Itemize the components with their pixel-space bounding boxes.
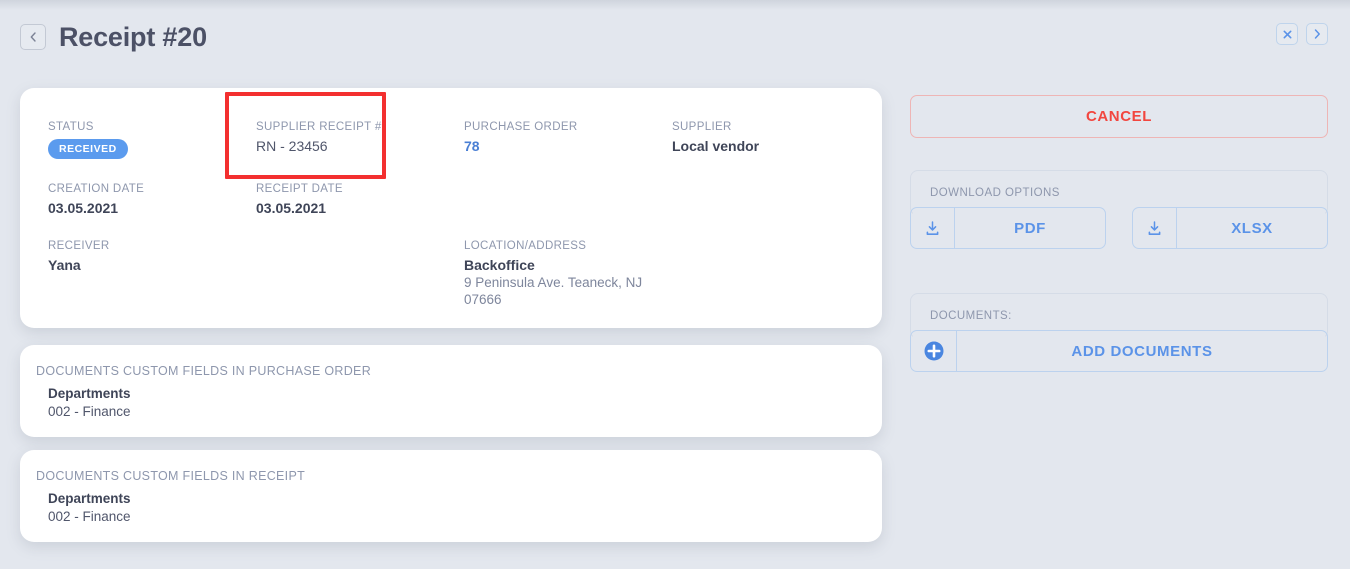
location-address-line-1: 9 Peninsula Ave. Teaneck, NJ [464,275,643,290]
creation-date-value: 03.05.2021 [48,200,119,216]
custom-field-value: 002 - Finance [48,509,131,524]
receipt-date-label: RECEIPT DATE [256,183,343,195]
creation-date-label: CREATION DATE [48,183,145,195]
header-right-group [1276,23,1328,45]
next-button[interactable] [1306,23,1328,45]
close-icon [1282,29,1293,40]
purchase-order-link[interactable]: 78 [464,137,578,155]
header-left-group: Receipt #20 [20,22,207,52]
cancel-button[interactable]: CANCEL [910,95,1328,138]
close-button[interactable] [1276,23,1298,45]
download-xlsx-label: XLSX [1231,219,1273,237]
receipt-date-field: RECEIPT DATE 03.05.2021 [256,182,343,217]
back-button[interactable] [20,24,46,50]
purchase-order-label: PURCHASE ORDER [464,121,578,133]
location-address-label: LOCATION/ADDRESS [464,240,587,252]
location-address-field: LOCATION/ADDRESS Backoffice 9 Peninsula … [464,239,642,308]
chevron-right-icon [1312,28,1322,40]
receiver-value: Yana [48,257,81,273]
creation-date-field: CREATION DATE 03.05.2021 [48,182,144,217]
supplier-field: SUPPLIER Local vendor [672,120,759,155]
custom-fields-purchase-order-card: DOCUMENTS CUSTOM FIELDS IN PURCHASE ORDE… [20,345,882,437]
download-icon [911,208,955,248]
chevron-left-icon [28,31,38,43]
custom-fields-card-title: DOCUMENTS CUSTOM FIELDS IN RECEIPT [36,469,306,483]
documents-label: DOCUMENTS: [930,310,1012,322]
receipt-summary-card: STATUS RECEIVED SUPPLIER RECEIPT # RN - … [20,88,882,328]
custom-field-name: Departments [48,386,131,401]
add-documents-button[interactable]: ADD DOCUMENTS [910,330,1328,372]
download-options-label: DOWNLOAD OPTIONS [930,187,1060,199]
custom-fields-card-title: DOCUMENTS CUSTOM FIELDS IN PURCHASE ORDE… [36,364,372,378]
supplier-value: Local vendor [672,138,760,154]
custom-field-value: 002 - Finance [48,404,131,419]
supplier-receipt-number-label: SUPPLIER RECEIPT # [256,121,382,133]
custom-fields-receipt-card: DOCUMENTS CUSTOM FIELDS IN RECEIPT Depar… [20,450,882,542]
location-name: Backoffice [464,257,535,273]
page-title: Receipt #20 [59,22,207,52]
download-xlsx-button[interactable]: XLSX [1132,207,1328,249]
supplier-receipt-number-value: RN - 23456 [256,138,328,154]
supplier-label: SUPPLIER [672,121,732,133]
receiver-label: RECEIVER [48,240,110,252]
receipt-date-value: 03.05.2021 [256,200,327,216]
receiver-field: RECEIVER Yana [48,239,110,274]
custom-field-name: Departments [48,491,131,506]
download-icon [1133,208,1177,248]
download-pdf-button[interactable]: PDF [910,207,1106,249]
download-buttons-row: PDF XLSX [910,207,1328,249]
receipt-detail-page: Receipt #20 STATUS RECEIVED SUPPLIER REC… [0,0,1350,569]
purchase-order-field: PURCHASE ORDER 78 [464,120,578,155]
download-pdf-label: PDF [1014,219,1046,237]
supplier-receipt-number-field: SUPPLIER RECEIPT # RN - 23456 [256,120,382,155]
page-header: Receipt #20 [20,22,1330,68]
location-address-line-2: 07666 [464,292,502,307]
status-field: STATUS RECEIVED [48,120,128,159]
status-badge: RECEIVED [48,139,128,159]
plus-circle-icon [911,331,957,371]
status-label: STATUS [48,121,94,133]
add-documents-label: ADD DOCUMENTS [1071,342,1213,360]
